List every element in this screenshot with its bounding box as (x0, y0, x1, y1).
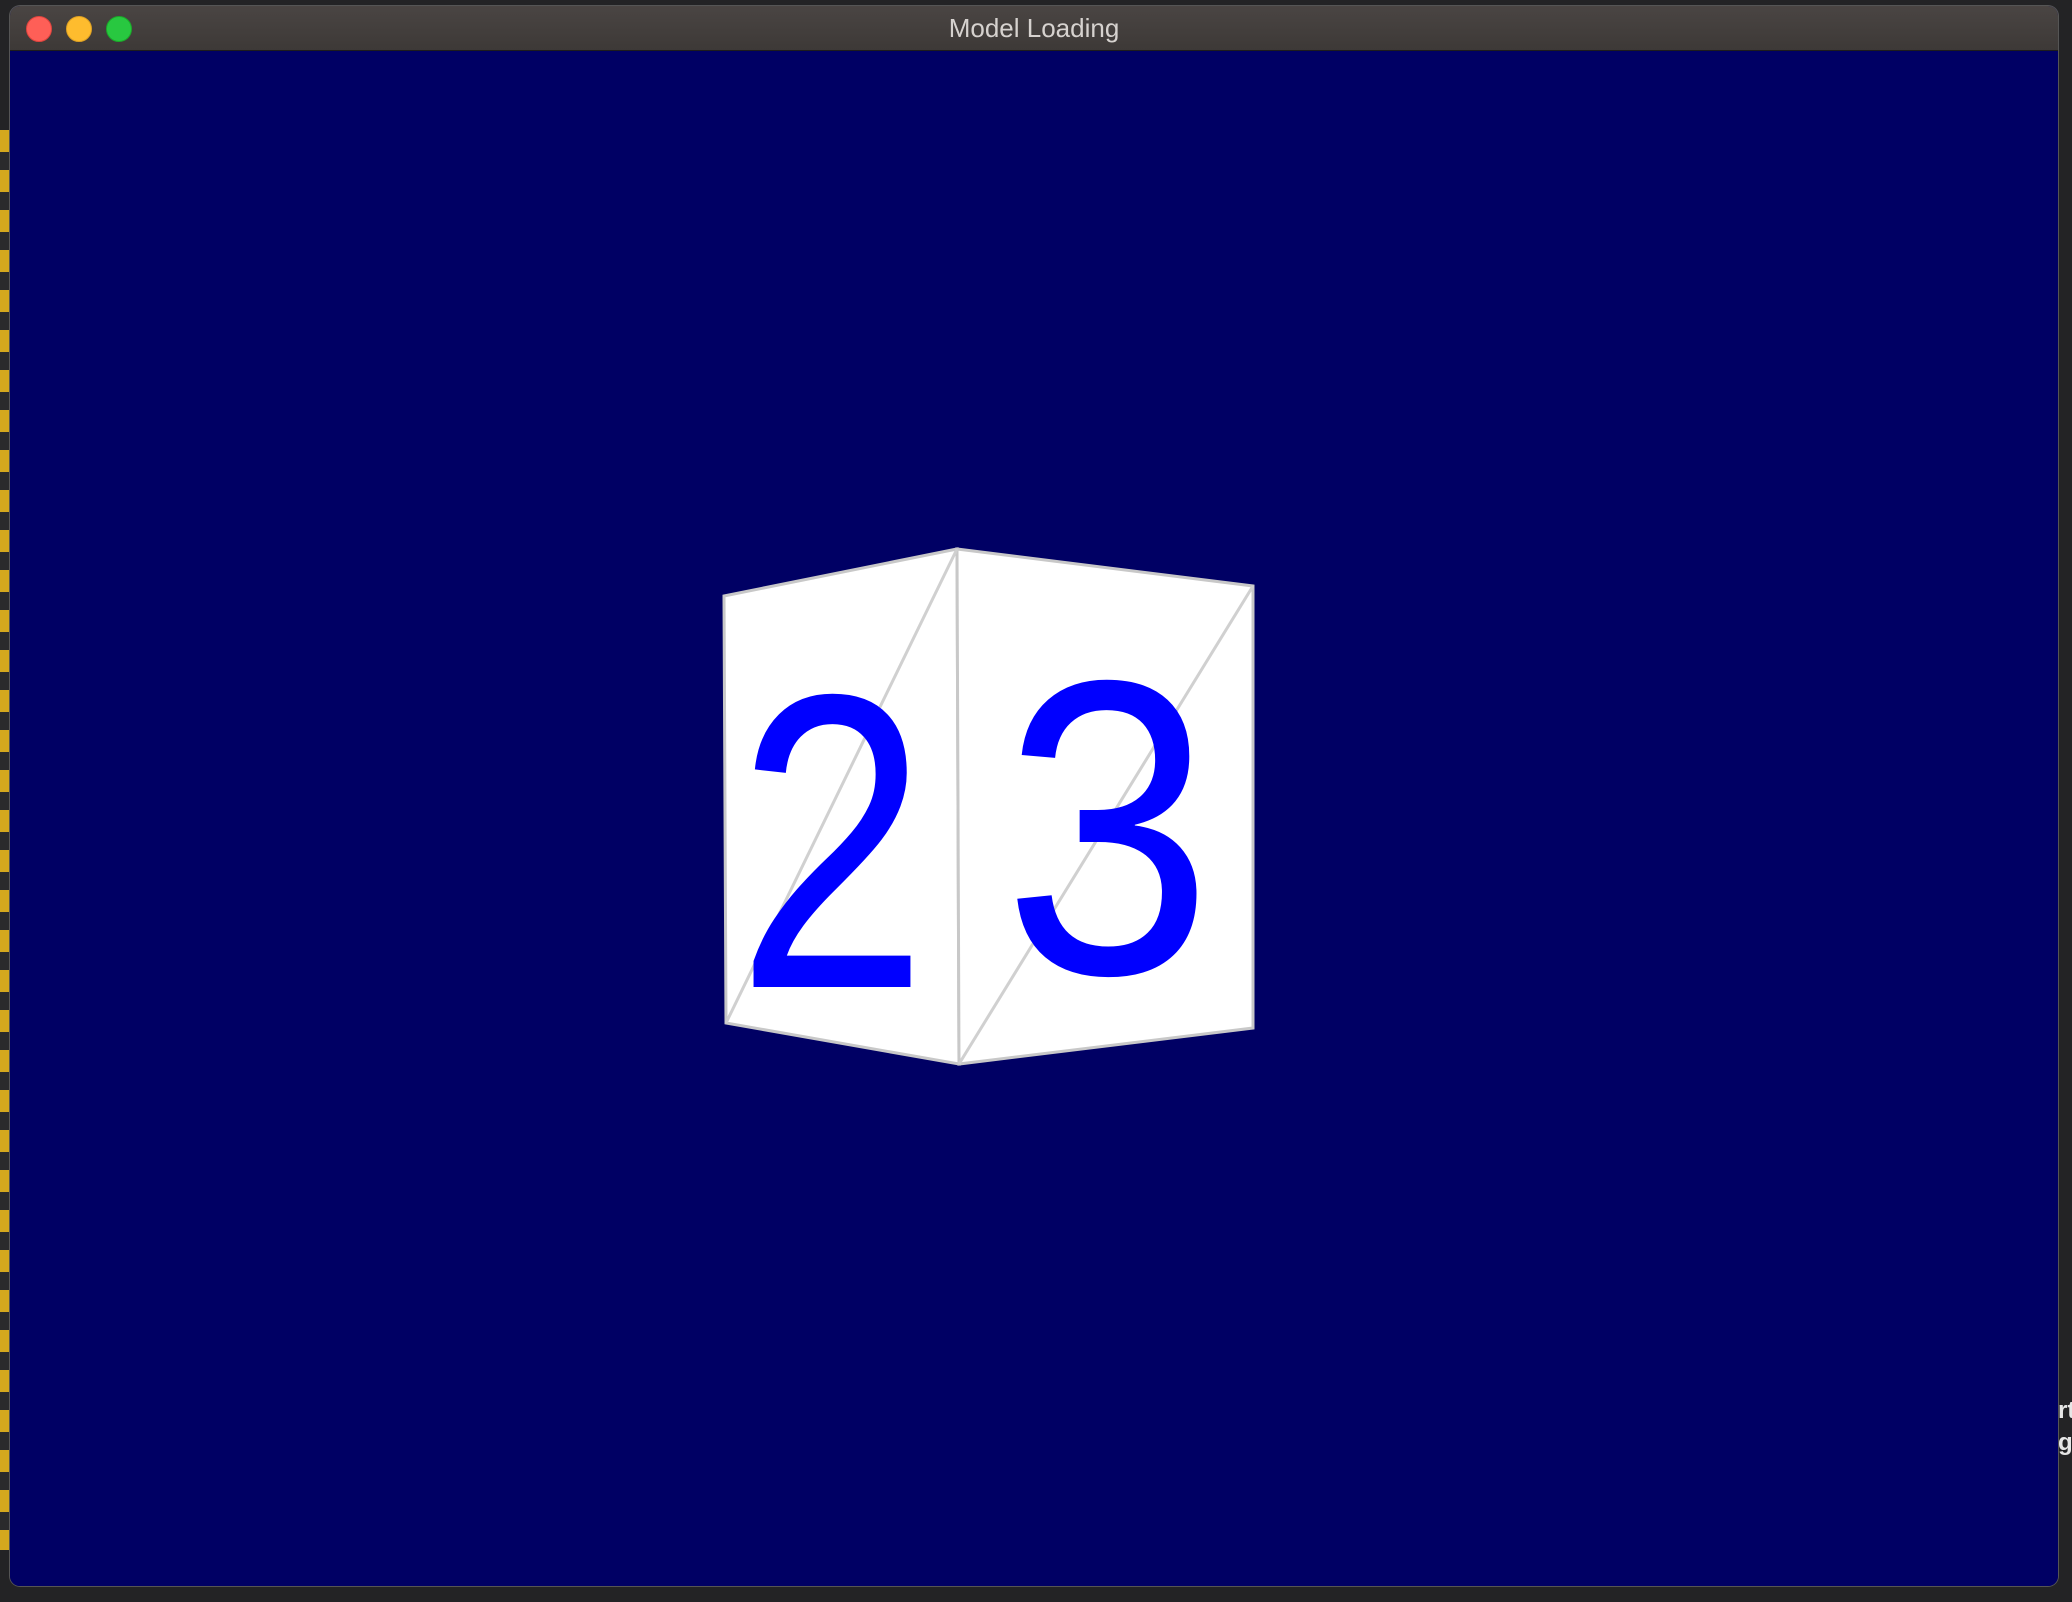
desktop: rt g Model Loading 2 3 (0, 0, 2072, 1602)
render-viewport[interactable]: 2 3 (10, 51, 2058, 1586)
background-window-edge (0, 130, 10, 1550)
title-bar[interactable]: Model Loading (10, 6, 2058, 51)
cube-render: 2 3 (722, 547, 1255, 1077)
face-number-left: 2 (736, 608, 928, 1077)
background-window-text: rt g (2058, 1397, 2072, 1456)
window-title: Model Loading (948, 13, 1120, 43)
app-window: Model Loading 2 3 (10, 6, 2058, 1586)
face-number-right: 3 (1003, 592, 1213, 1062)
